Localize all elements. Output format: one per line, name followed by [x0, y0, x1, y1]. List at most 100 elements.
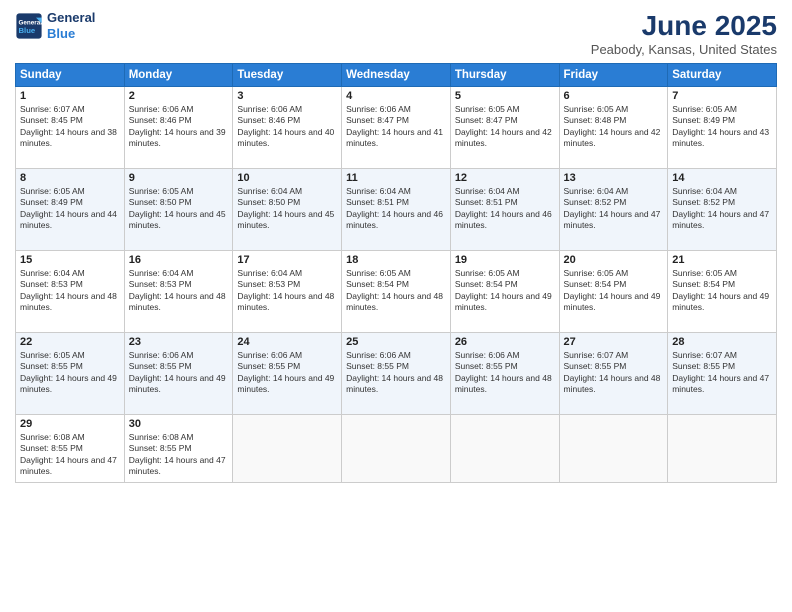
calendar-cell: 5 Sunrise: 6:05 AMSunset: 8:47 PMDayligh… — [450, 87, 559, 169]
day-number: 2 — [129, 90, 229, 102]
day-number: 18 — [346, 254, 446, 266]
calendar-cell — [233, 415, 342, 483]
svg-text:Blue: Blue — [19, 26, 36, 35]
calendar-cell: 23 Sunrise: 6:06 AMSunset: 8:55 PMDaylig… — [124, 333, 233, 415]
calendar-cell — [450, 415, 559, 483]
calendar-header-friday: Friday — [559, 64, 668, 87]
calendar-cell: 28 Sunrise: 6:07 AMSunset: 8:55 PMDaylig… — [668, 333, 777, 415]
cell-text: Sunrise: 6:04 AMSunset: 8:53 PMDaylight:… — [129, 268, 226, 312]
calendar-cell: 15 Sunrise: 6:04 AMSunset: 8:53 PMDaylig… — [16, 251, 125, 333]
day-number: 20 — [564, 254, 664, 266]
cell-text: Sunrise: 6:05 AMSunset: 8:54 PMDaylight:… — [455, 268, 552, 312]
calendar-cell: 26 Sunrise: 6:06 AMSunset: 8:55 PMDaylig… — [450, 333, 559, 415]
calendar-week-row: 1 Sunrise: 6:07 AMSunset: 8:45 PMDayligh… — [16, 87, 777, 169]
calendar-cell: 16 Sunrise: 6:04 AMSunset: 8:53 PMDaylig… — [124, 251, 233, 333]
calendar-cell: 9 Sunrise: 6:05 AMSunset: 8:50 PMDayligh… — [124, 169, 233, 251]
calendar-table: SundayMondayTuesdayWednesdayThursdayFrid… — [15, 63, 777, 483]
day-number: 30 — [129, 418, 229, 430]
cell-text: Sunrise: 6:05 AMSunset: 8:54 PMDaylight:… — [346, 268, 443, 312]
cell-text: Sunrise: 6:05 AMSunset: 8:49 PMDaylight:… — [672, 104, 769, 148]
day-number: 22 — [20, 336, 120, 348]
calendar-cell: 30 Sunrise: 6:08 AMSunset: 8:55 PMDaylig… — [124, 415, 233, 483]
day-number: 24 — [237, 336, 337, 348]
day-number: 9 — [129, 172, 229, 184]
day-number: 3 — [237, 90, 337, 102]
calendar-cell: 8 Sunrise: 6:05 AMSunset: 8:49 PMDayligh… — [16, 169, 125, 251]
day-number: 4 — [346, 90, 446, 102]
calendar-cell: 25 Sunrise: 6:06 AMSunset: 8:55 PMDaylig… — [342, 333, 451, 415]
cell-text: Sunrise: 6:06 AMSunset: 8:55 PMDaylight:… — [455, 350, 552, 394]
cell-text: Sunrise: 6:06 AMSunset: 8:46 PMDaylight:… — [129, 104, 226, 148]
day-number: 21 — [672, 254, 772, 266]
calendar-cell: 10 Sunrise: 6:04 AMSunset: 8:50 PMDaylig… — [233, 169, 342, 251]
day-number: 29 — [20, 418, 120, 430]
cell-text: Sunrise: 6:04 AMSunset: 8:52 PMDaylight:… — [672, 186, 769, 230]
calendar-header-saturday: Saturday — [668, 64, 777, 87]
cell-text: Sunrise: 6:08 AMSunset: 8:55 PMDaylight:… — [129, 432, 226, 476]
calendar-header-tuesday: Tuesday — [233, 64, 342, 87]
month-title: June 2025 — [591, 10, 777, 42]
calendar-cell: 18 Sunrise: 6:05 AMSunset: 8:54 PMDaylig… — [342, 251, 451, 333]
calendar-cell — [559, 415, 668, 483]
day-number: 5 — [455, 90, 555, 102]
page: General Blue General Blue June 2025 Peab… — [0, 0, 792, 612]
cell-text: Sunrise: 6:05 AMSunset: 8:48 PMDaylight:… — [564, 104, 661, 148]
day-number: 17 — [237, 254, 337, 266]
day-number: 7 — [672, 90, 772, 102]
calendar-header-row: SundayMondayTuesdayWednesdayThursdayFrid… — [16, 64, 777, 87]
logo-text: General Blue — [47, 10, 95, 41]
cell-text: Sunrise: 6:05 AMSunset: 8:47 PMDaylight:… — [455, 104, 552, 148]
calendar-cell: 27 Sunrise: 6:07 AMSunset: 8:55 PMDaylig… — [559, 333, 668, 415]
title-block: June 2025 Peabody, Kansas, United States — [591, 10, 777, 57]
calendar-cell: 17 Sunrise: 6:04 AMSunset: 8:53 PMDaylig… — [233, 251, 342, 333]
calendar-cell: 3 Sunrise: 6:06 AMSunset: 8:46 PMDayligh… — [233, 87, 342, 169]
cell-text: Sunrise: 6:07 AMSunset: 8:55 PMDaylight:… — [672, 350, 769, 394]
calendar-header-sunday: Sunday — [16, 64, 125, 87]
cell-text: Sunrise: 6:04 AMSunset: 8:50 PMDaylight:… — [237, 186, 334, 230]
day-number: 23 — [129, 336, 229, 348]
calendar-cell: 7 Sunrise: 6:05 AMSunset: 8:49 PMDayligh… — [668, 87, 777, 169]
calendar-header-thursday: Thursday — [450, 64, 559, 87]
day-number: 8 — [20, 172, 120, 184]
cell-text: Sunrise: 6:06 AMSunset: 8:55 PMDaylight:… — [129, 350, 226, 394]
day-number: 10 — [237, 172, 337, 184]
calendar-week-row: 22 Sunrise: 6:05 AMSunset: 8:55 PMDaylig… — [16, 333, 777, 415]
cell-text: Sunrise: 6:04 AMSunset: 8:53 PMDaylight:… — [20, 268, 117, 312]
day-number: 26 — [455, 336, 555, 348]
cell-text: Sunrise: 6:04 AMSunset: 8:51 PMDaylight:… — [346, 186, 443, 230]
cell-text: Sunrise: 6:05 AMSunset: 8:54 PMDaylight:… — [672, 268, 769, 312]
calendar-cell: 13 Sunrise: 6:04 AMSunset: 8:52 PMDaylig… — [559, 169, 668, 251]
day-number: 1 — [20, 90, 120, 102]
calendar-cell — [342, 415, 451, 483]
day-number: 13 — [564, 172, 664, 184]
cell-text: Sunrise: 6:04 AMSunset: 8:51 PMDaylight:… — [455, 186, 552, 230]
calendar-cell: 12 Sunrise: 6:04 AMSunset: 8:51 PMDaylig… — [450, 169, 559, 251]
day-number: 16 — [129, 254, 229, 266]
day-number: 15 — [20, 254, 120, 266]
day-number: 6 — [564, 90, 664, 102]
day-number: 19 — [455, 254, 555, 266]
cell-text: Sunrise: 6:07 AMSunset: 8:55 PMDaylight:… — [564, 350, 661, 394]
logo-icon: General Blue — [15, 12, 43, 40]
calendar-week-row: 8 Sunrise: 6:05 AMSunset: 8:49 PMDayligh… — [16, 169, 777, 251]
calendar-cell: 20 Sunrise: 6:05 AMSunset: 8:54 PMDaylig… — [559, 251, 668, 333]
calendar-cell: 22 Sunrise: 6:05 AMSunset: 8:55 PMDaylig… — [16, 333, 125, 415]
calendar-cell: 19 Sunrise: 6:05 AMSunset: 8:54 PMDaylig… — [450, 251, 559, 333]
day-number: 14 — [672, 172, 772, 184]
cell-text: Sunrise: 6:06 AMSunset: 8:55 PMDaylight:… — [346, 350, 443, 394]
calendar-cell: 1 Sunrise: 6:07 AMSunset: 8:45 PMDayligh… — [16, 87, 125, 169]
cell-text: Sunrise: 6:06 AMSunset: 8:47 PMDaylight:… — [346, 104, 443, 148]
calendar-cell: 11 Sunrise: 6:04 AMSunset: 8:51 PMDaylig… — [342, 169, 451, 251]
day-number: 27 — [564, 336, 664, 348]
calendar-cell: 4 Sunrise: 6:06 AMSunset: 8:47 PMDayligh… — [342, 87, 451, 169]
logo: General Blue General Blue — [15, 10, 95, 41]
calendar-cell: 21 Sunrise: 6:05 AMSunset: 8:54 PMDaylig… — [668, 251, 777, 333]
cell-text: Sunrise: 6:05 AMSunset: 8:50 PMDaylight:… — [129, 186, 226, 230]
calendar-cell — [668, 415, 777, 483]
location-subtitle: Peabody, Kansas, United States — [591, 42, 777, 57]
header: General Blue General Blue June 2025 Peab… — [15, 10, 777, 57]
calendar-cell: 2 Sunrise: 6:06 AMSunset: 8:46 PMDayligh… — [124, 87, 233, 169]
cell-text: Sunrise: 6:08 AMSunset: 8:55 PMDaylight:… — [20, 432, 117, 476]
cell-text: Sunrise: 6:07 AMSunset: 8:45 PMDaylight:… — [20, 104, 117, 148]
cell-text: Sunrise: 6:05 AMSunset: 8:49 PMDaylight:… — [20, 186, 117, 230]
